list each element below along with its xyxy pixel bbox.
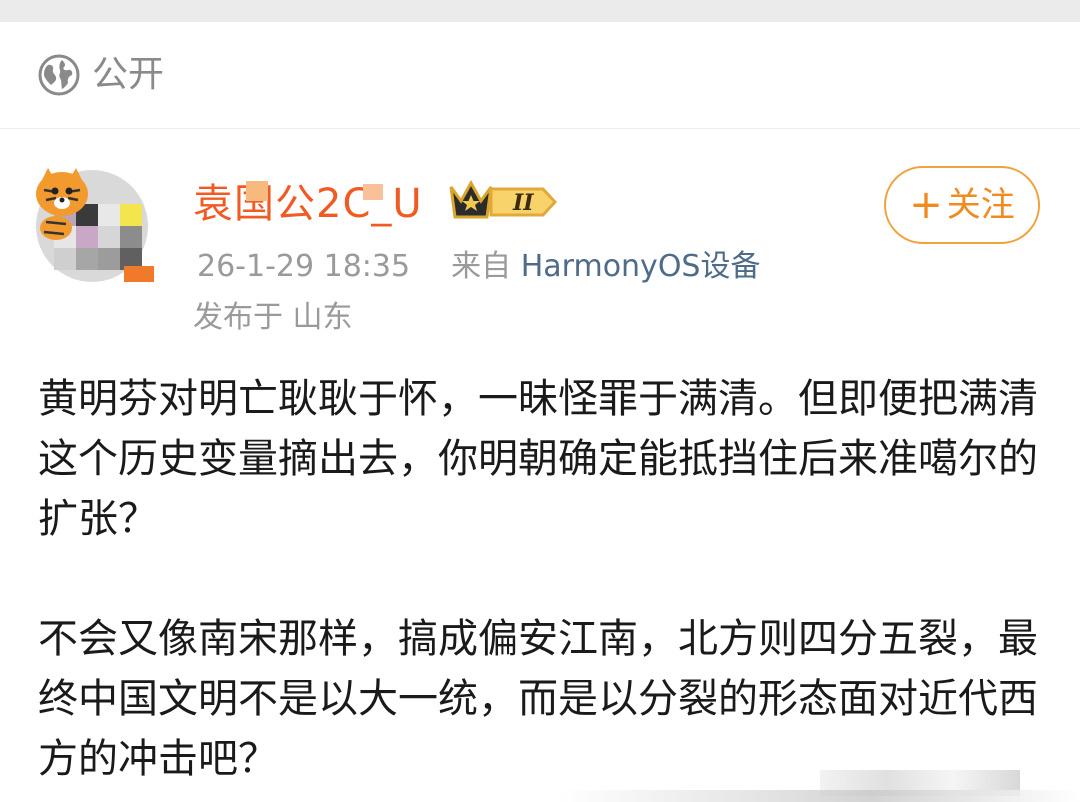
post-meta: 26-1-29 18:35 来自 HarmonyOS设备 [197, 248, 760, 286]
post-card: 袁国公2C_U II 26-1-29 18:35 来自 HarmonyOS设备 … [0, 129, 1080, 802]
post-body: 黄明芬对明亡耿耿于怀，一昧怪罪于满清。但即便把满清这个历史变量摘出去，你明朝确定… [38, 369, 1038, 789]
globe-icon [38, 54, 80, 96]
source-device-link[interactable]: HarmonyOS设备 [521, 249, 761, 284]
bottom-blur-overlay [560, 790, 1080, 802]
post-location: 发布于 山东 [193, 300, 353, 335]
source-prefix: 来自 [451, 249, 512, 284]
top-strip [0, 0, 1080, 22]
follow-button[interactable]: + 关注 [884, 166, 1040, 244]
visibility-label: 公开 [92, 54, 165, 95]
post-time: 26-1-29 18:35 [197, 249, 411, 284]
visibility-row[interactable]: 公开 [0, 22, 1080, 129]
username[interactable]: 袁国公2C_U [193, 179, 423, 229]
follow-label: 关注 [946, 185, 1015, 225]
post-paragraph: 不会又像南宋那样，搞成偏安江南，北方则四分五裂，最终中国文明不是以大一统，而是以… [38, 616, 1038, 782]
avatar[interactable] [26, 154, 156, 284]
post-paragraph: 黄明芬对明亡耿耿于怀，一昧怪罪于满清。但即便把满清这个历史变量摘出去，你明朝确定… [38, 376, 1038, 542]
vip-level-text: II [512, 190, 534, 216]
username-mosaic [246, 181, 268, 201]
plus-icon: + [909, 182, 943, 228]
username-mosaic [363, 184, 383, 200]
crown-vip-badge-icon[interactable]: II [447, 179, 559, 225]
